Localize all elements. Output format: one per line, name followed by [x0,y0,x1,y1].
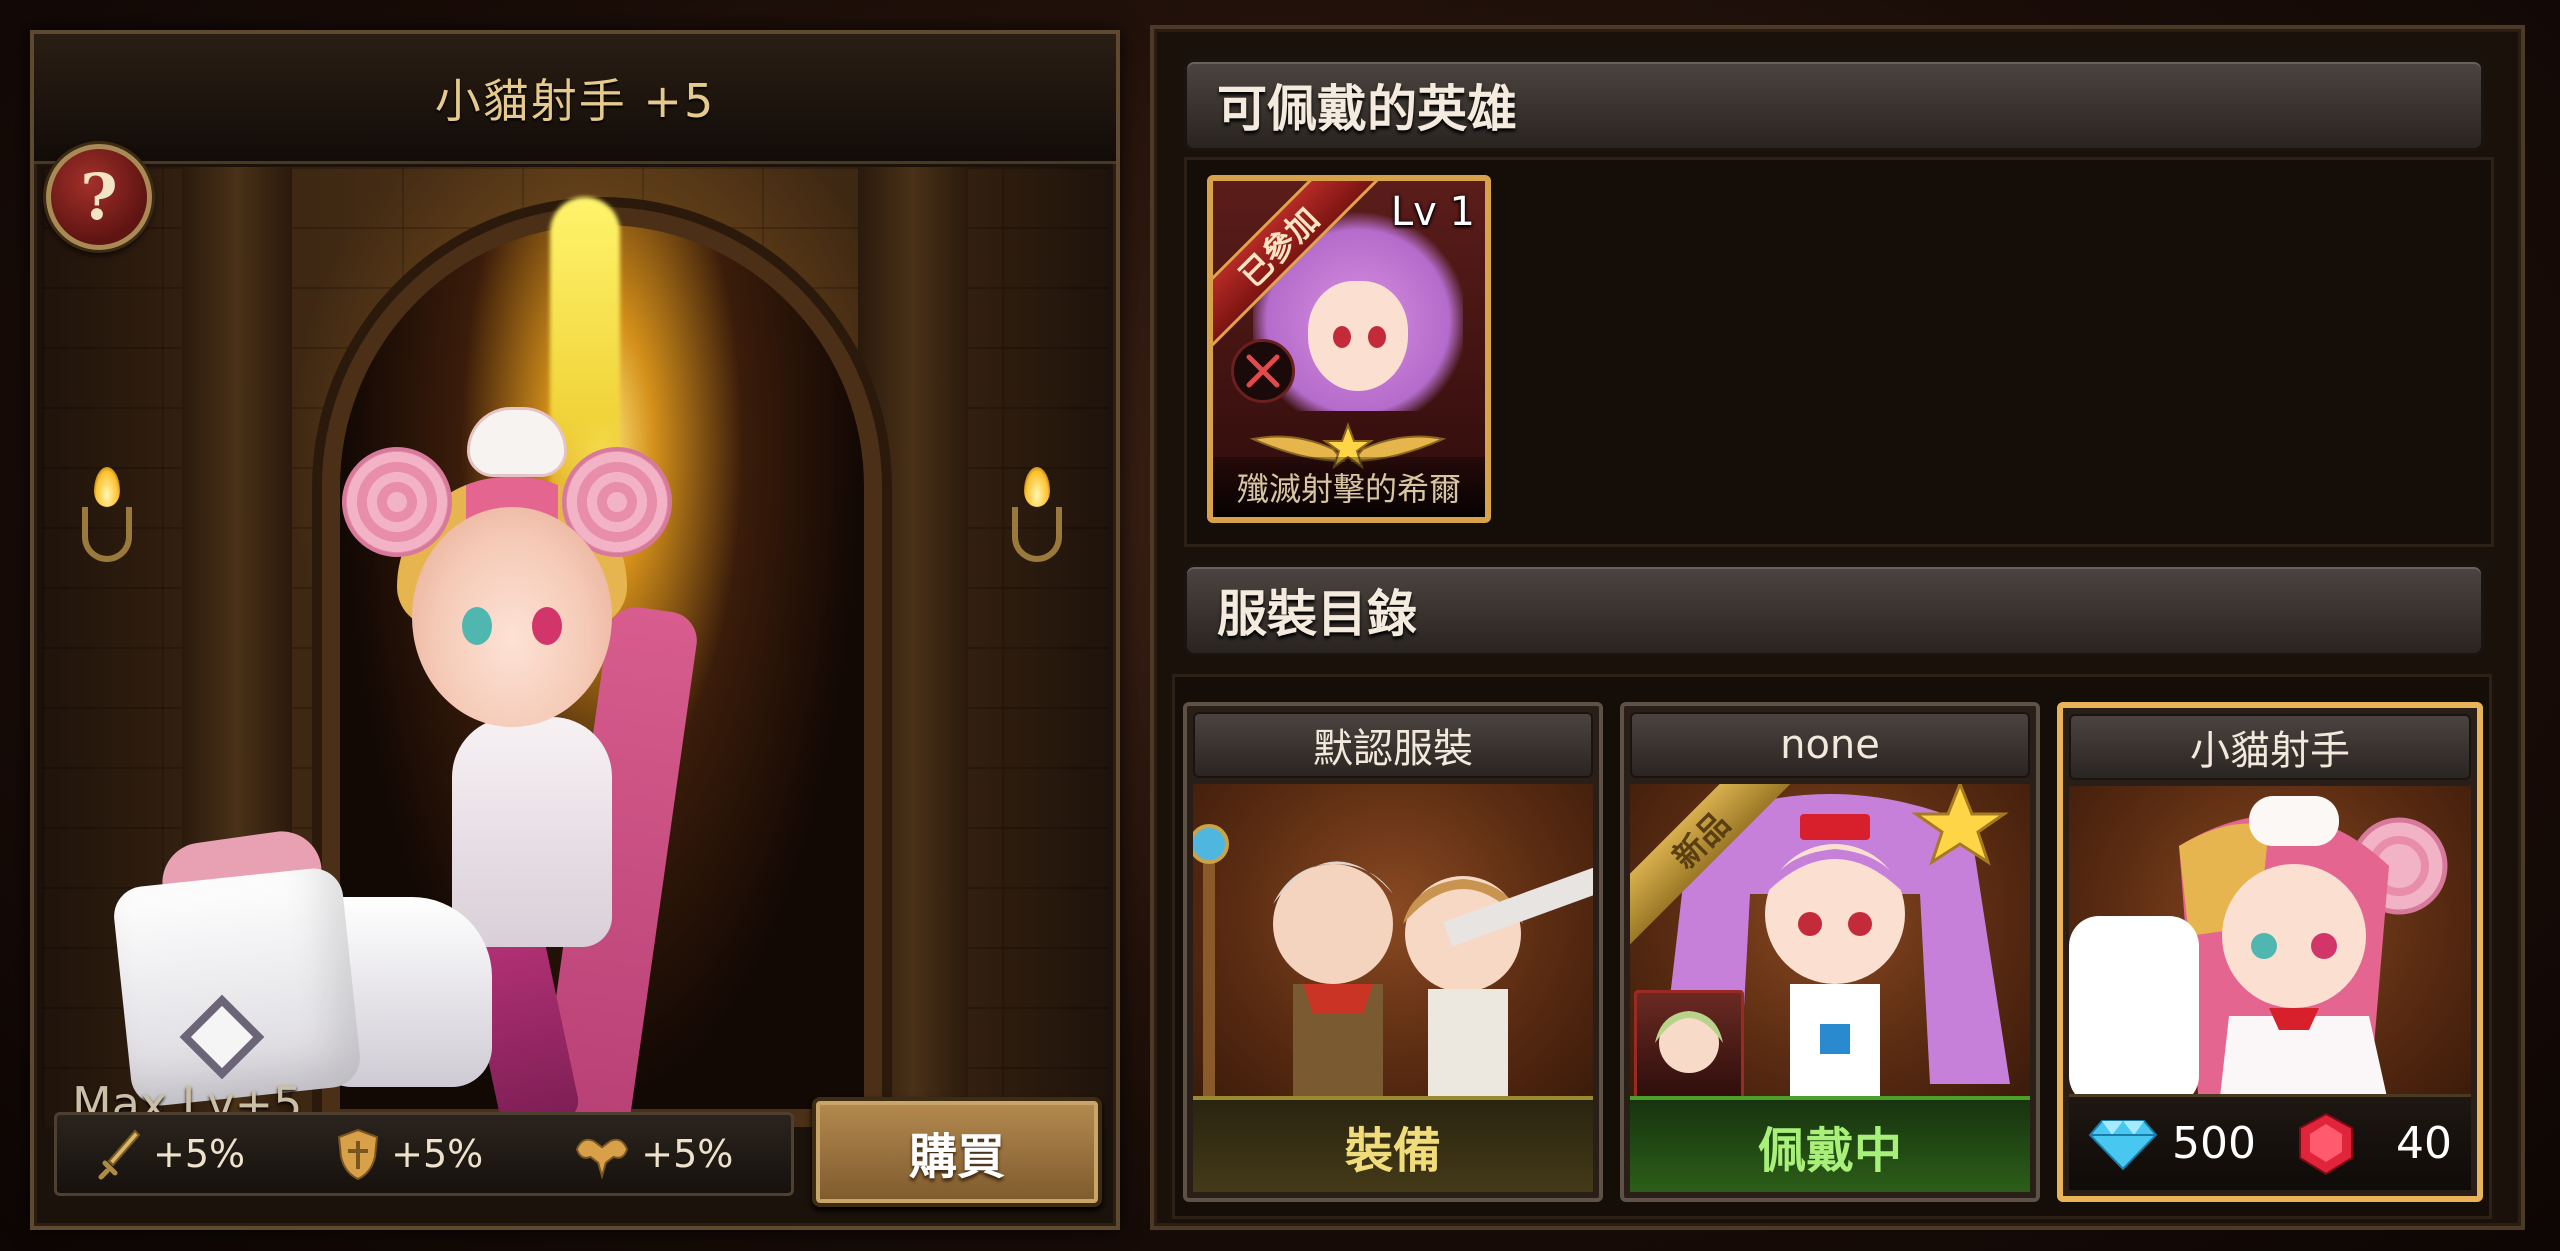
preview-title-bar: 小貓射手 +5 [34,34,1116,164]
hero-card[interactable]: 已參加 Lv 1 殲滅射擊的希爾 [1207,175,1491,523]
hero-level: Lv 1 [1390,189,1475,235]
attack-bonus: +5% [97,1127,245,1181]
strength-bonus: +5% [573,1127,733,1181]
sword-icon [98,1129,141,1180]
gem-price: 500 [2088,1117,2256,1171]
costume-catalog-list: 默認服裝 裝備 none 新品 佩戴中 小貓射手 500 40 [1172,674,2492,1219]
current-costume-art: 新品 [1630,784,2030,1104]
default-costume-art [1193,784,1593,1104]
cat-archer-character-model [111,347,882,1127]
costume-title: 小貓射手 [2069,714,2471,780]
costume-title: 默認服裝 [1193,712,1593,778]
wearable-heroes-list: 已參加 Lv 1 殲滅射擊的希爾 [1184,157,2494,547]
costume-catalog-header: 服裝目錄 [1184,564,2484,656]
hero-thumbnail-icon [1634,990,1744,1100]
costume-card-cat-archer[interactable]: 小貓射手 500 40 [2057,702,2483,1202]
cat-cannon-weapon [111,747,542,1109]
gem-price-value: 500 [2172,1118,2256,1169]
shield-icon [338,1128,379,1181]
buy-button[interactable]: 購買 [812,1097,1102,1207]
defense-bonus: +5% [335,1127,483,1181]
wearable-heroes-header: 可佩戴的英雄 [1184,59,2484,151]
price-bar: 500 40 [2069,1094,2471,1190]
character-preview-stage[interactable]: Max Lv+5 [42,167,1108,1127]
ruby-price: 40 [2294,1112,2452,1176]
equip-button[interactable]: 裝備 [1193,1096,1593,1192]
costume-title: none [1630,712,2030,778]
defense-bonus-value: +5% [391,1132,484,1176]
ruby-price-value: 40 [2395,1118,2452,1169]
wall-sconce-right [1002,467,1072,567]
wearing-status-label: 佩戴中 [1757,1123,1902,1179]
strength-bonus-value: +5% [641,1132,734,1176]
muscle-icon [576,1138,629,1180]
cat-archer-costume-art [2069,786,2471,1106]
help-button[interactable]: ? [46,144,152,250]
wall-sconce-left [72,467,142,567]
preview-title: 小貓射手 +5 [434,73,716,128]
costume-management-panel: 可佩戴的英雄 已參加 Lv 1 殲滅射擊的希爾 服裝目錄 默認服裝 裝備 non… [1150,25,2525,1230]
cat-hat [467,407,567,477]
equip-button-label: 裝備 [1344,1123,1441,1179]
wearing-status-button[interactable]: 佩戴中 [1630,1096,2030,1192]
costume-card-default[interactable]: 默認服裝 裝備 [1183,702,1603,1202]
help-question-icon: ? [80,159,118,235]
hero-name: 殲滅射擊的希爾 [1213,457,1485,517]
costume-catalog-title: 服裝目錄 [1217,585,1417,643]
costume-card-none[interactable]: none 新品 佩戴中 [1620,702,2040,1202]
crossed-swords-icon [1231,339,1295,403]
diamond-icon [2088,1119,2158,1170]
stat-bonus-bar: +5% +5% +5% [54,1112,794,1196]
costume-preview-panel: 小貓射手 +5 Max Lv+5 ? +5% +5% +5% 購買 [30,30,1120,1230]
attack-bonus-value: +5% [153,1132,246,1176]
wearable-heroes-title: 可佩戴的英雄 [1217,80,1517,138]
ruby-icon [2298,1112,2353,1175]
buy-button-label: 購買 [908,1129,1005,1185]
